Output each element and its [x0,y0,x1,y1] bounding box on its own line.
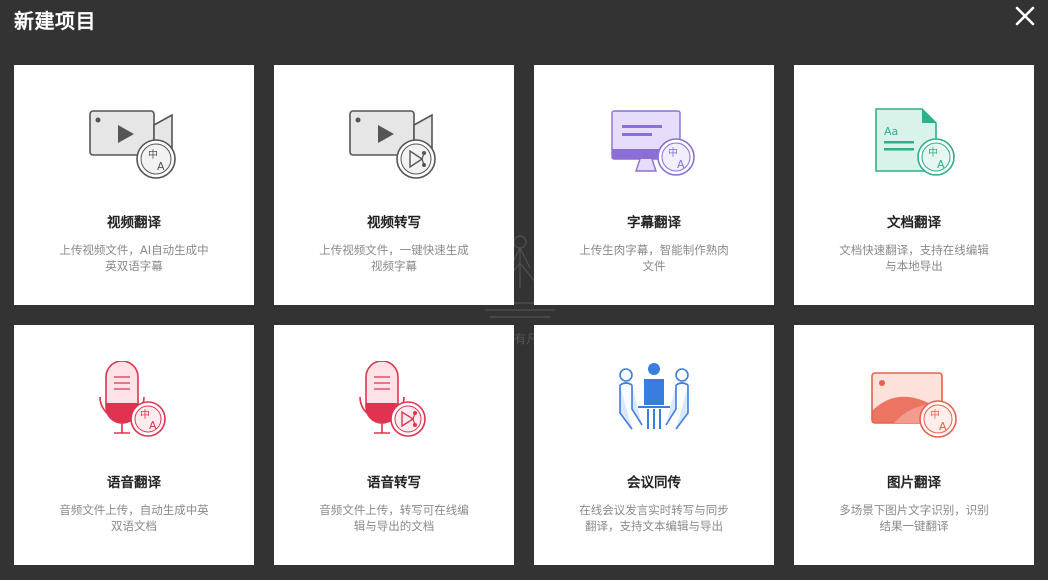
card-audio-transcribe[interactable]: 语音转写 音频文件上传，转写可在线编辑与导出的文档 [274,325,514,565]
card-title: 视频翻译 [107,215,161,231]
audio-translate-icon: 中 A [84,361,184,441]
card-audio-translate[interactable]: 中 A 语音翻译 音频文件上传，自动生成中英双语文档 [14,325,254,565]
svg-text:A: A [937,158,945,171]
card-subtitle-translate[interactable]: 中 A 字幕翻译 上传生肉字幕，智能制作熟肉文件 [534,65,774,305]
project-type-grid: 中 A 视频翻译 上传视频文件，AI自动生成中英双语字幕 视频转写 上传视频文件 [14,65,1034,565]
card-title: 视频转写 [367,215,421,231]
card-title: 语音翻译 [107,475,161,491]
svg-text:A: A [157,160,165,173]
card-title: 语音转写 [367,475,421,491]
card-video-translate[interactable]: 中 A 视频翻译 上传视频文件，AI自动生成中英双语字幕 [14,65,254,305]
card-description: 音频文件上传，转写可在线编辑与导出的文档 [319,503,469,533]
card-title: 会议同传 [627,475,681,491]
video-translate-icon: 中 A [84,101,184,181]
image-translate-icon: 中 A [864,361,964,441]
card-title: 文档翻译 [887,215,941,231]
card-document-translate[interactable]: Aa 中 A 文档翻译 文档快速翻译，支持在线编辑与本地导出 [794,65,1034,305]
svg-text:Aa: Aa [884,125,898,138]
card-description: 上传视频文件，AI自动生成中英双语字幕 [59,243,209,273]
svg-text:A: A [939,420,947,433]
card-title: 图片翻译 [887,475,941,491]
meeting-interpret-icon [604,361,704,441]
card-image-translate[interactable]: 中 A 图片翻译 多场景下图片文字识别，识别结果一键翻译 [794,325,1034,565]
svg-text:A: A [677,158,685,171]
card-description: 上传生肉字幕，智能制作熟肉文件 [579,243,729,273]
card-description: 文档快速翻译，支持在线编辑与本地导出 [839,243,989,273]
card-meeting-interpret[interactable]: 会议同传 在线会议发言实时转写与同步翻译，支持文本编辑与导出 [534,325,774,565]
audio-transcribe-icon [344,361,444,441]
card-description: 音频文件上传，自动生成中英双语文档 [59,503,209,533]
card-description: 多场景下图片文字识别，识别结果一键翻译 [839,503,989,533]
subtitle-translate-icon: 中 A [604,101,704,181]
card-description: 上传视频文件，一键快速生成视频字幕 [319,243,469,273]
card-video-transcribe[interactable]: 视频转写 上传视频文件，一键快速生成视频字幕 [274,65,514,305]
svg-text:A: A [149,419,157,432]
dialog-title: 新建项目 [14,9,96,33]
close-icon [1015,6,1035,26]
card-description: 在线会议发言实时转写与同步翻译，支持文本编辑与导出 [579,503,729,533]
video-transcribe-icon [344,101,444,181]
card-title: 字幕翻译 [627,215,681,231]
close-button[interactable] [1014,5,1036,27]
document-translate-icon: Aa 中 A [864,101,964,181]
